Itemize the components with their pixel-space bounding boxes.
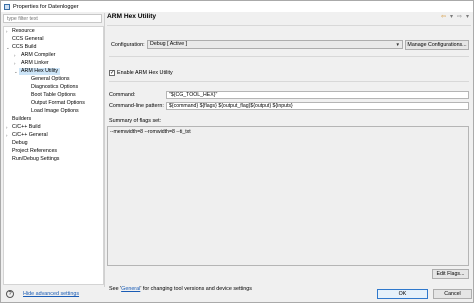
settings-page: ARM Hex Utility ⇦ ▾ ⇨ ▾ Configuration: D…: [107, 13, 471, 292]
back-arrow-icon[interactable]: ⇦: [441, 13, 446, 20]
leaf-marker: [22, 92, 27, 99]
tree-item-load-image-options[interactable]: Load Image Options: [31, 108, 79, 115]
tree-item-arm-hex-utility[interactable]: ARM Hex Utility: [19, 68, 61, 75]
tree-item-arm-compiler[interactable]: ARM Compiler: [21, 52, 55, 59]
title-bar: Properties for Datenlogger: [1, 1, 473, 12]
leaf-marker: [6, 156, 11, 163]
page-title: ARM Hex Utility: [107, 13, 157, 20]
cancel-button[interactable]: Cancel: [433, 289, 472, 299]
collapse-icon[interactable]: ⌄: [6, 44, 11, 51]
tree-item-resource[interactable]: Resource: [12, 28, 35, 35]
tree-item-general-options[interactable]: General Options: [31, 76, 70, 83]
forward-arrow-icon[interactable]: ⇨: [457, 13, 462, 20]
tree-item-ccs-general[interactable]: CCS General: [12, 36, 44, 43]
window-title: Properties for Datenlogger: [13, 3, 79, 10]
separator: [109, 56, 469, 57]
command-pattern-field[interactable]: ${command} ${flags} ${output_flag}${outp…: [166, 102, 469, 110]
chevron-down-icon: ▼: [395, 42, 400, 47]
expand-icon[interactable]: ›: [14, 60, 19, 67]
summary-label: Summary of flags set:: [109, 118, 162, 124]
tree-item-run-debug-settings[interactable]: Run/Debug Settings: [12, 156, 59, 163]
leaf-marker: [22, 84, 27, 91]
leaf-marker: [6, 148, 11, 155]
leaf-marker: [22, 108, 27, 115]
tree-item-debug[interactable]: Debug: [12, 140, 28, 147]
expand-icon[interactable]: ›: [6, 132, 11, 139]
leaf-marker: [6, 140, 11, 147]
separator: [109, 81, 469, 82]
flags-summary-text: --memwidth=8 --romwidth=8 --ti_txt: [110, 129, 191, 135]
manage-configurations-button[interactable]: Manage Configurations...: [405, 40, 469, 50]
general-link[interactable]: General: [121, 286, 140, 292]
leaf-marker: [22, 76, 27, 83]
configuration-label: Configuration:: [111, 42, 145, 48]
pane-divider[interactable]: [104, 13, 105, 287]
filter-input[interactable]: [3, 14, 102, 23]
command-label: Command:: [109, 92, 136, 98]
page-navigation: ⇦ ▾ ⇨ ▾: [441, 13, 469, 20]
properties-dialog: Properties for Datenlogger › Resource CC…: [0, 0, 474, 303]
configuration-select[interactable]: Debug [ Active ] ▼: [147, 40, 403, 49]
expand-icon: [6, 36, 11, 43]
tree-item-boot-table-options[interactable]: Boot Table Options: [31, 92, 76, 99]
left-pane: › Resource CCS General ⌄ CCS Build › ARM…: [3, 14, 104, 285]
enable-hex-utility-checkbox[interactable]: ✓: [109, 70, 115, 76]
command-pattern-label: Command-line pattern:: [109, 103, 164, 109]
hide-advanced-settings-link[interactable]: Hide advanced settings: [23, 291, 79, 297]
tree-item-ccs-build[interactable]: CCS Build: [12, 44, 36, 51]
separator: [107, 25, 471, 26]
app-icon: [4, 3, 10, 10]
footer-note-suffix: ' for changing tool versions and device …: [140, 286, 252, 292]
enable-hex-utility-label: Enable ARM Hex Utility: [117, 70, 173, 76]
expand-icon[interactable]: ›: [6, 124, 11, 131]
expand-icon[interactable]: ›: [6, 28, 11, 35]
property-tree: › Resource CCS General ⌄ CCS Build › ARM…: [3, 26, 104, 285]
help-icon[interactable]: ?: [6, 290, 14, 298]
tree-item-cpp-general[interactable]: C/C++ General: [12, 132, 48, 139]
tree-item-project-references[interactable]: Project References: [12, 148, 57, 155]
tree-item-cpp-build[interactable]: C/C++ Build: [12, 124, 41, 131]
dropdown-icon[interactable]: ▾: [466, 13, 469, 20]
edit-flags-button[interactable]: Edit Flags...: [432, 269, 469, 279]
configuration-value: Debug [ Active ]: [150, 41, 188, 47]
expand-icon[interactable]: ›: [14, 52, 19, 59]
tree-item-arm-linker[interactable]: ARM Linker: [21, 60, 49, 67]
ok-button[interactable]: OK: [377, 289, 428, 299]
flags-summary[interactable]: --memwidth=8 --romwidth=8 --ti_txt: [107, 126, 469, 266]
command-field[interactable]: "${CG_TOOL_HEX}": [166, 91, 469, 99]
footer-note-prefix: See ': [109, 286, 122, 292]
leaf-marker: [22, 100, 27, 107]
tree-item-output-format-options[interactable]: Output Format Options: [31, 100, 85, 107]
leaf-marker: [6, 116, 11, 123]
footer-note: See 'General' for changing tool versions…: [109, 286, 252, 292]
tree-item-builders[interactable]: Builders: [12, 116, 31, 123]
tree-item-diagnostics-options[interactable]: Diagnostics Options: [31, 84, 78, 91]
dropdown-icon[interactable]: ▾: [450, 13, 453, 20]
